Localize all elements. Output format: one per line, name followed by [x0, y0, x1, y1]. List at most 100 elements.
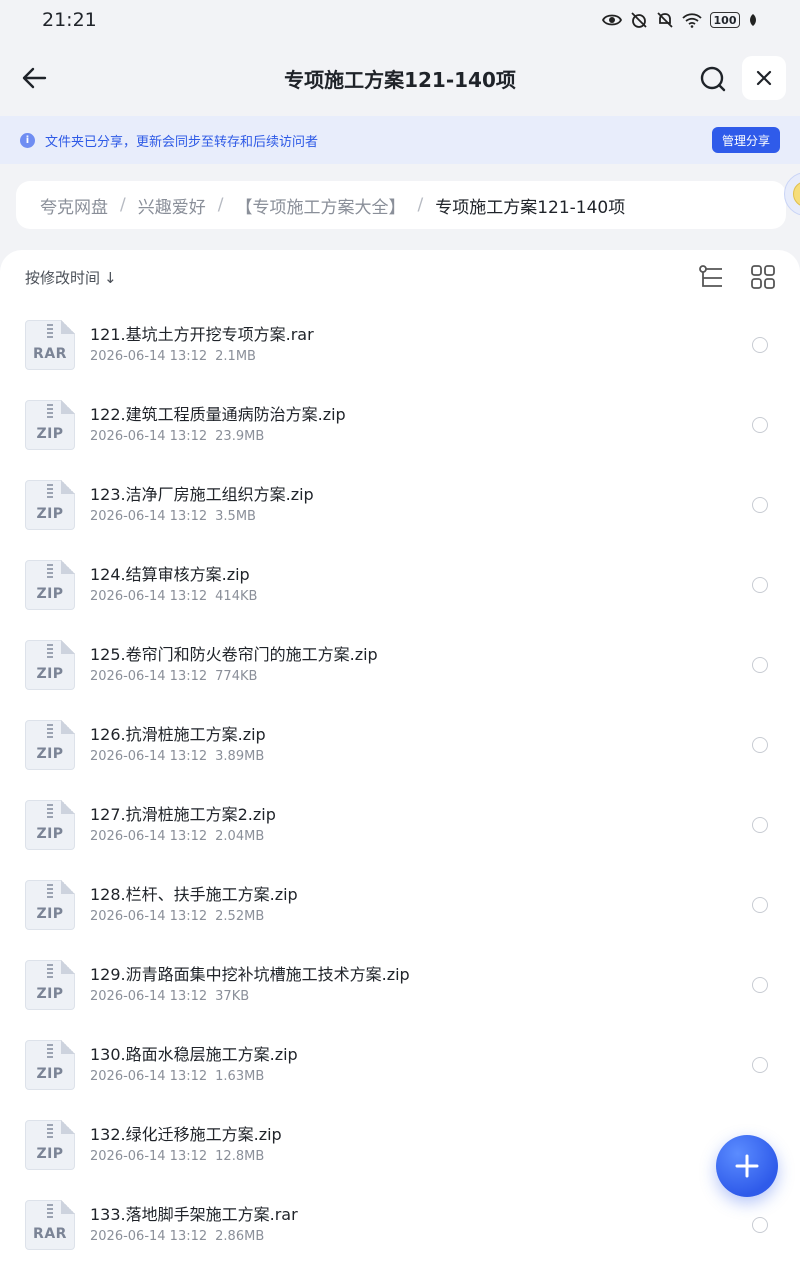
- file-date: 2026-06-14 13:12: [90, 669, 208, 684]
- file-list: RAR 121.基坑土方开挖专项方案.rar 2026-06-14 13:12 2…: [0, 305, 800, 1265]
- file-row[interactable]: RAR 121.基坑土方开挖专项方案.rar 2026-06-14 13:12 2…: [0, 305, 800, 385]
- status-time: 21:21: [42, 9, 97, 31]
- file-date: 2026-06-14 13:12: [90, 1069, 208, 1084]
- select-radio[interactable]: [752, 737, 768, 753]
- file-row[interactable]: ZIP 125.卷帘门和防火卷帘门的施工方案.zip 2026-06-14 13…: [0, 625, 800, 705]
- zip-file-icon: ZIP: [25, 880, 75, 930]
- rar-file-icon: RAR: [25, 320, 75, 370]
- zip-file-icon: ZIP: [25, 960, 75, 1010]
- file-name: 133.落地脚手架施工方案.rar: [90, 1205, 298, 1224]
- file-meta: 2026-06-14 13:12 2.86MB: [90, 1229, 264, 1244]
- file-name: 125.卷帘门和防火卷帘门的施工方案.zip: [90, 645, 378, 664]
- file-size: 2.04MB: [215, 829, 265, 844]
- select-radio[interactable]: [752, 817, 768, 833]
- file-size: 2.86MB: [215, 1229, 265, 1244]
- sort-toggle[interactable]: 按修改时间 ↓: [25, 267, 117, 288]
- file-date: 2026-06-14 13:12: [90, 349, 208, 364]
- grid-view-icon[interactable]: [750, 264, 776, 290]
- plus-icon: [735, 1154, 759, 1178]
- file-name: 124.结算审核方案.zip: [90, 565, 250, 584]
- zip-file-icon: ZIP: [25, 1040, 75, 1090]
- select-radio[interactable]: [752, 897, 768, 913]
- file-panel: 按修改时间 ↓ RAR 121.基坑土方开挖专项方案.rar 2026-06-1…: [0, 250, 800, 1280]
- wifi-icon: [682, 13, 702, 28]
- breadcrumb-separator: /: [120, 195, 126, 215]
- file-meta: 2026-06-14 13:12 2.52MB: [90, 909, 264, 924]
- floating-assistant-bubble[interactable]: [784, 172, 800, 216]
- file-size: 1.63MB: [215, 1069, 265, 1084]
- breadcrumb-item-interests[interactable]: 兴趣爱好: [138, 193, 206, 218]
- file-name: 130.路面水稳层施工方案.zip: [90, 1045, 298, 1064]
- file-meta: 2026-06-14 13:12 2.04MB: [90, 829, 264, 844]
- select-radio[interactable]: [752, 577, 768, 593]
- file-meta: 2026-06-14 13:12 774KB: [90, 669, 257, 684]
- file-name: 123.洁净厂房施工组织方案.zip: [90, 485, 314, 504]
- select-radio[interactable]: [752, 977, 768, 993]
- file-row[interactable]: ZIP 126.抗滑桩施工方案.zip 2026-06-14 13:12 3.89…: [0, 705, 800, 785]
- file-name: 122.建筑工程质量通病防治方案.zip: [90, 405, 346, 424]
- file-meta: 2026-06-14 13:12 1.63MB: [90, 1069, 264, 1084]
- breadcrumb-item-root[interactable]: 夸克网盘: [40, 193, 108, 218]
- tree-view-icon[interactable]: [698, 264, 726, 292]
- page-title: 专项施工方案121-140项: [284, 68, 516, 92]
- file-size: 2.52MB: [215, 909, 265, 924]
- select-radio[interactable]: [752, 1217, 768, 1233]
- file-meta: 2026-06-14 13:12 414KB: [90, 589, 257, 604]
- file-row[interactable]: ZIP 132.绿化迁移施工方案.zip 2026-06-14 13:12 12.…: [0, 1105, 800, 1185]
- file-date: 2026-06-14 13:12: [90, 909, 208, 924]
- select-radio[interactable]: [752, 497, 768, 513]
- select-radio[interactable]: [752, 417, 768, 433]
- sort-label: 按修改时间: [25, 269, 101, 287]
- file-date: 2026-06-14 13:12: [90, 829, 208, 844]
- file-date: 2026-06-14 13:12: [90, 989, 208, 1004]
- file-meta: 2026-06-14 13:12 3.89MB: [90, 749, 264, 764]
- file-size: 2.1MB: [215, 349, 256, 364]
- file-row[interactable]: ZIP 123.洁净厂房施工组织方案.zip 2026-06-14 13:12 3…: [0, 465, 800, 545]
- file-size: 774KB: [215, 669, 258, 684]
- info-icon: i: [20, 132, 35, 148]
- file-size: 37KB: [215, 989, 250, 1004]
- close-button[interactable]: [742, 56, 786, 100]
- file-size: 3.89MB: [215, 749, 265, 764]
- file-meta: 2026-06-14 13:12 3.5MB: [90, 509, 256, 524]
- sort-arrow-icon: ↓: [104, 268, 117, 287]
- select-radio[interactable]: [752, 337, 768, 353]
- file-row[interactable]: ZIP 124.结算审核方案.zip 2026-06-14 13:12 414KB: [0, 545, 800, 625]
- assistant-avatar-icon: [793, 181, 800, 207]
- file-name: 126.抗滑桩施工方案.zip: [90, 725, 266, 744]
- status-icons: 100: [602, 11, 758, 29]
- file-row[interactable]: ZIP 129.沥青路面集中挖补坑槽施工技术方案.zip 2026-06-14 …: [0, 945, 800, 1025]
- select-radio[interactable]: [752, 657, 768, 673]
- breadcrumb-item-current: 专项施工方案121-140项: [435, 197, 626, 218]
- zip-file-icon: ZIP: [25, 720, 75, 770]
- breadcrumb-item-collection[interactable]: 【专项施工方案大全】: [235, 193, 405, 218]
- battery-level: 100: [713, 13, 737, 27]
- alarm-off-icon: [631, 12, 647, 28]
- file-date: 2026-06-14 13:12: [90, 509, 208, 524]
- file-row[interactable]: RAR 133.落地脚手架施工方案.rar 2026-06-14 13:12 2.…: [0, 1185, 800, 1265]
- battery-icon: 100: [710, 12, 740, 28]
- status-bar: 21:21 100: [0, 0, 800, 40]
- manage-share-button[interactable]: 管理分享: [711, 127, 780, 153]
- file-size: 3.5MB: [215, 509, 256, 524]
- add-fab-button[interactable]: [716, 1135, 778, 1197]
- file-meta: 2026-06-14 13:12 12.8MB: [90, 1149, 264, 1164]
- search-icon[interactable]: [698, 64, 728, 94]
- file-date: 2026-06-14 13:12: [90, 429, 208, 444]
- zip-file-icon: ZIP: [25, 560, 75, 610]
- file-meta: 2026-06-14 13:12 23.9MB: [90, 429, 264, 444]
- file-row[interactable]: ZIP 130.路面水稳层施工方案.zip 2026-06-14 13:12 1.…: [0, 1025, 800, 1105]
- file-row[interactable]: ZIP 127.抗滑桩施工方案2.zip 2026-06-14 13:12 2.0…: [0, 785, 800, 865]
- zip-file-icon: ZIP: [25, 1120, 75, 1170]
- breadcrumb-separator: /: [217, 195, 224, 215]
- file-name: 128.栏杆、扶手施工方案.zip: [90, 885, 298, 904]
- file-row[interactable]: ZIP 122.建筑工程质量通病防治方案.zip 2026-06-14 13:1…: [0, 385, 800, 465]
- file-size: 23.9MB: [215, 429, 265, 444]
- file-size: 12.8MB: [215, 1149, 265, 1164]
- file-date: 2026-06-14 13:12: [90, 1149, 208, 1164]
- select-radio[interactable]: [752, 1057, 768, 1073]
- file-name: 132.绿化迁移施工方案.zip: [90, 1125, 282, 1144]
- file-size: 414KB: [215, 589, 258, 604]
- file-name: 121.基坑土方开挖专项方案.rar: [90, 325, 314, 344]
- file-row[interactable]: ZIP 128.栏杆、扶手施工方案.zip 2026-06-14 13:12 2.…: [0, 865, 800, 945]
